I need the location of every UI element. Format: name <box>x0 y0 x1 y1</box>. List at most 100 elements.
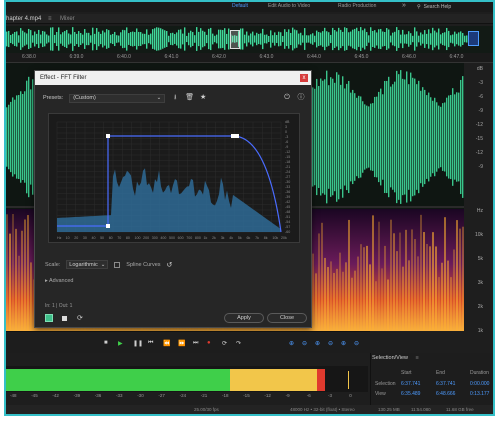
frequency-scale-label: 10k <box>474 232 483 238</box>
view-end[interactable]: 6:48.666 <box>436 391 455 397</box>
header-duration: Duration <box>470 370 489 376</box>
workspace-edit-audio-to-video[interactable]: Edit Audio to Video <box>268 3 310 9</box>
record-button[interactable]: ● <box>207 340 211 346</box>
graph-hz-label: 40 <box>91 236 95 240</box>
amplitude-scale-label: -3 <box>478 80 483 86</box>
move-to-previous-button[interactable]: ⏮ <box>148 340 153 347</box>
view-duration[interactable]: 0:13.177 <box>470 391 489 397</box>
graph-hz-label: 80 <box>126 236 130 240</box>
selection-start[interactable]: 6:37.741 <box>401 381 420 387</box>
scale-value: Logarithmic <box>69 261 98 268</box>
close-icon[interactable]: x <box>300 74 308 82</box>
zoom-button[interactable] <box>468 31 479 46</box>
info-icon[interactable]: ⓘ <box>297 94 305 102</box>
overview-waveform[interactable] <box>6 26 493 53</box>
overview-viewport-handle[interactable] <box>230 30 240 49</box>
workspace-menu-icon[interactable]: » <box>402 2 406 9</box>
tab-menu-icon[interactable]: ≡ <box>48 16 52 22</box>
meter-tick: -18 <box>222 393 229 398</box>
graph-hz-label: 50 <box>100 236 104 240</box>
selection-end[interactable]: 6:37.741 <box>436 381 455 387</box>
graph-db-label: -51 <box>285 215 290 219</box>
zoom-time-in-icon[interactable]: ⊕ <box>315 340 320 347</box>
ruler-tick: 6:38.0 <box>22 54 36 60</box>
preview-power-icon[interactable] <box>45 314 53 322</box>
rewind-button[interactable]: ⏪ <box>163 340 170 347</box>
frequency-scale-label: Hz <box>476 208 483 214</box>
meter-tick: -36 <box>94 393 102 398</box>
save-preset-icon[interactable]: ⭳ <box>171 94 179 102</box>
apply-button[interactable]: Apply <box>224 313 264 323</box>
selection-duration[interactable]: 0:00.000 <box>470 381 489 387</box>
meter-tick: -27 <box>158 393 165 398</box>
status-item: 48000 Hz • 32-bit (float) • Stereo <box>290 407 355 412</box>
fft-graph[interactable]: dB 3 0 -3 -6 -9 -12 -15 -18 -21 -24 -27 -30 -33 -36 -39… <box>48 113 300 243</box>
file-tabs: hapter 4.mp4 ≡ Mixer <box>6 14 493 24</box>
reset-icon[interactable]: ↺ <box>167 261 173 269</box>
zoom-selection-icon[interactable]: ⊖ <box>354 340 359 347</box>
graph-hz-label: 300 <box>152 236 158 240</box>
meter-tick: 0 <box>349 393 352 398</box>
graph-hz-label: 70 <box>117 236 121 240</box>
zoom-amplitude-out-icon[interactable]: ⊖ <box>302 340 307 347</box>
fft-filter-dialog: Effect - FFT Filter x Presets: (Custom) … <box>34 70 312 328</box>
search-help[interactable]: ⚲ Search Help <box>417 3 487 11</box>
tab-mixer[interactable]: Mixer <box>60 16 75 22</box>
graph-db-label: -12 <box>285 150 290 154</box>
row-label-selection: Selection <box>375 381 396 387</box>
skip-selection-button[interactable]: ↷ <box>236 340 241 347</box>
channel-io-label: In: 1 | Out: 1 <box>45 303 73 309</box>
view-start[interactable]: 6:35.489 <box>401 391 420 397</box>
time-ruler[interactable]: 6:38.0 6:39.0 6:40.0 6:41.0 6:42.0 6:43.0 6:44… <box>6 53 493 63</box>
ruler-tick: 6:42.0 <box>212 54 226 60</box>
scale-dropdown[interactable]: Logarithmic ⌄ <box>66 260 109 269</box>
scale-label: Scale: <box>45 261 61 268</box>
amplitude-scale-label: -6 <box>478 94 483 100</box>
workspace-bar: Default Edit Audio to Video Radio Produc… <box>6 2 493 12</box>
favorite-star-icon[interactable]: ★ <box>199 94 207 102</box>
stop-icon[interactable] <box>62 315 67 321</box>
play-button[interactable]: ▶ <box>118 340 123 347</box>
preset-dropdown[interactable]: (Custom) ⌄ <box>69 93 166 103</box>
selection-view-title: Selection/View ≡ <box>372 355 419 361</box>
graph-hz-label: 600 <box>178 236 184 240</box>
selection-view-title-text: Selection/View <box>372 355 408 361</box>
ruler-tick: 6:43.0 <box>259 54 274 60</box>
zoom-time-out-icon[interactable]: ⊖ <box>328 340 333 347</box>
zoom-amplitude-in-icon[interactable]: ⊕ <box>289 340 294 347</box>
tab-file[interactable]: hapter 4.mp4 <box>6 16 41 22</box>
chevron-down-icon: ⌄ <box>156 95 162 101</box>
advanced-toggle[interactable]: ▸ Advanced <box>45 278 73 284</box>
spline-curves-checkbox[interactable] <box>114 261 121 268</box>
graph-db-label: -54 <box>285 220 290 224</box>
loop-icon[interactable]: ⟳ <box>77 314 83 322</box>
close-button[interactable]: Close <box>267 313 307 323</box>
move-to-next-button[interactable]: ⏭ <box>193 340 198 347</box>
dialog-title: Effect - FFT Filter <box>35 71 311 85</box>
panel-menu-icon[interactable]: ≡ <box>416 355 419 361</box>
graph-db-label: -15 <box>285 155 290 159</box>
spline-curves-label: Spline Curves <box>126 261 161 268</box>
graph-db-label: 3 <box>285 125 287 129</box>
graph-hz-label: 100 <box>135 236 141 240</box>
power-icon[interactable]: ⏻ <box>283 94 291 102</box>
stop-button[interactable]: ■ <box>104 340 108 346</box>
graph-db-label: -6 <box>285 140 288 144</box>
status-item: 130.25 MB <box>378 407 400 412</box>
workspace-default[interactable]: Default <box>232 3 248 9</box>
ruler-tick: 6:44.0 <box>307 54 321 60</box>
preset-value: (Custom) <box>73 95 96 101</box>
pause-button[interactable]: ❚❚ <box>133 340 143 347</box>
header-end: End <box>436 370 445 376</box>
amplitude-scale-label: dB <box>476 66 483 72</box>
graph-hz-label: 8k <box>264 236 268 240</box>
workspace-radio-production[interactable]: Radio Production <box>338 3 376 9</box>
level-meter <box>6 366 368 392</box>
loop-playback-button[interactable]: ⟳ <box>222 340 227 347</box>
fast-forward-button[interactable]: ⏩ <box>178 340 185 347</box>
ruler-tick: 6:45.0 <box>354 54 369 60</box>
graph-db-label: -27 <box>285 175 290 179</box>
header-start: Start <box>401 370 412 376</box>
zoom-full-icon[interactable]: ⊕ <box>341 340 346 347</box>
delete-preset-icon[interactable]: 🗑 <box>185 94 194 102</box>
